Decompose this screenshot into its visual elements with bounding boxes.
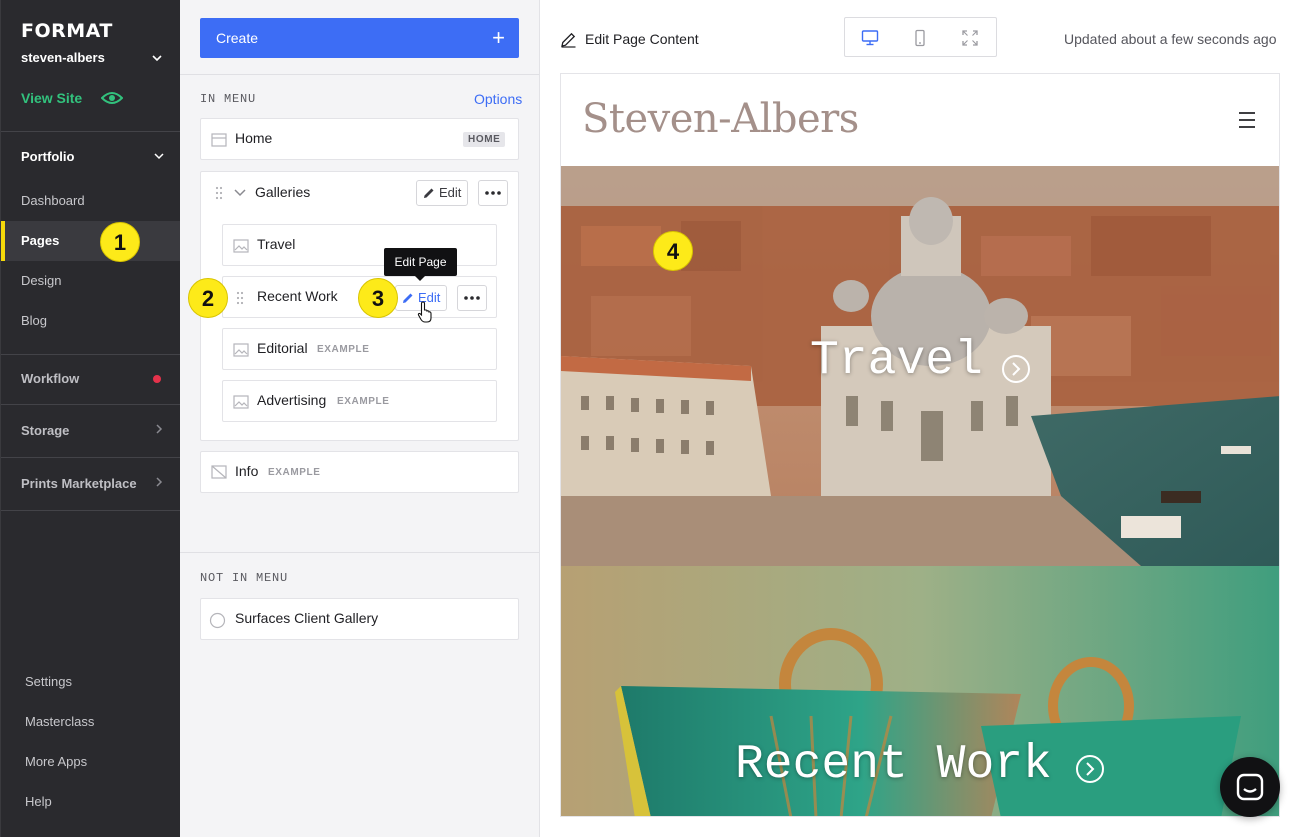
example-tag: EXAMPLE <box>337 396 390 407</box>
site-preview[interactable]: Steven-Albers Travel Recent Work <box>560 73 1280 817</box>
example-tag: EXAMPLE <box>317 344 370 355</box>
home-tag: HOME <box>463 132 506 147</box>
divider <box>1 404 181 405</box>
options-link[interactable]: Options <box>474 91 522 107</box>
chevron-right-icon[interactable] <box>154 477 164 487</box>
sidebar-item-pages[interactable]: Pages <box>1 221 181 261</box>
client-gallery-icon <box>209 612 226 629</box>
folder-label: Galleries <box>255 184 311 200</box>
last-updated-status: Updated about a few seconds ago <box>1064 31 1277 47</box>
hamburger-menu-icon[interactable] <box>1238 110 1256 130</box>
arrow-right-circle-icon[interactable] <box>1075 754 1105 784</box>
mobile-icon[interactable] <box>911 29 929 47</box>
more-icon <box>464 296 480 300</box>
sidebar-item-more-apps[interactable]: More Apps <box>25 754 87 769</box>
more-options-button[interactable] <box>457 285 487 311</box>
annotation-badge-1: 1 <box>100 222 140 262</box>
site-title[interactable]: Steven-Albers <box>582 96 859 142</box>
divider <box>1 354 181 355</box>
device-toggle <box>844 17 997 57</box>
create-button[interactable]: Create + <box>200 18 519 58</box>
section-prints-marketplace[interactable]: Prints Marketplace <box>21 476 137 491</box>
divider <box>1 510 181 511</box>
page-label: Recent Work <box>257 288 338 304</box>
chevron-down-icon[interactable] <box>151 52 163 64</box>
gallery-icon <box>233 239 249 253</box>
sidebar-item-dashboard[interactable]: Dashboard <box>1 181 181 221</box>
page-label: Editorial <box>257 340 308 356</box>
page-label: Info <box>235 463 259 479</box>
view-site-link[interactable]: View Site <box>21 90 82 106</box>
hand-cursor-icon <box>417 301 432 323</box>
sidebar-item-blog[interactable]: Blog <box>1 301 181 341</box>
annotation-badge-3: 3 <box>358 278 398 318</box>
divider <box>180 552 539 553</box>
sidebar-item-help[interactable]: Help <box>25 794 52 809</box>
plus-icon: + <box>492 25 505 50</box>
page-label: Advertising <box>257 392 327 408</box>
desktop-icon[interactable] <box>861 29 879 47</box>
chat-icon <box>1236 773 1264 801</box>
eye-icon[interactable] <box>101 91 123 105</box>
sidebar-item-design[interactable]: Design <box>1 261 181 301</box>
edit-button[interactable]: Edit <box>416 180 468 206</box>
more-icon <box>485 191 501 195</box>
sidebar: FORMAT steven-albers View Site Portfolio… <box>0 0 181 837</box>
pencil-icon <box>424 188 434 198</box>
more-options-button[interactable] <box>478 180 508 206</box>
arrow-right-circle-icon[interactable] <box>1001 354 1031 384</box>
notification-dot <box>153 375 161 383</box>
chat-launcher-button[interactable] <box>1220 757 1280 817</box>
fullscreen-icon[interactable] <box>961 29 979 47</box>
recent-work-section-title: Recent Work <box>735 738 1052 792</box>
pencil-icon <box>403 293 413 303</box>
gallery-icon <box>233 343 249 357</box>
section-storage[interactable]: Storage <box>21 423 69 438</box>
page-label: Home <box>235 130 273 146</box>
page-row-surfaces-client-gallery[interactable]: Surfaces Client Gallery <box>200 598 519 640</box>
text-page-icon <box>211 465 227 479</box>
page-row-advertising[interactable]: Advertising EXAMPLE <box>222 380 497 422</box>
in-menu-heading: IN MENU <box>200 92 257 106</box>
example-tag: EXAMPLE <box>268 467 321 478</box>
travel-section-title: Travel <box>810 334 983 388</box>
recent-work-section[interactable]: Recent Work <box>561 566 1279 816</box>
page-row-info[interactable]: Info EXAMPLE <box>200 451 519 493</box>
annotation-badge-2: 2 <box>188 278 228 318</box>
divider <box>180 74 539 75</box>
sidebar-item-settings[interactable]: Settings <box>25 674 72 689</box>
edit-label: Edit <box>439 185 462 200</box>
chevron-down-icon[interactable] <box>154 151 164 161</box>
page-row-editorial[interactable]: Editorial EXAMPLE <box>222 328 497 370</box>
drag-handle-icon[interactable] <box>236 291 244 305</box>
pencil-icon[interactable] <box>560 31 577 48</box>
gallery-icon <box>233 395 249 409</box>
homepage-icon <box>211 133 227 147</box>
drag-handle-icon[interactable] <box>215 186 223 200</box>
annotation-badge-4: 4 <box>653 231 693 271</box>
sidebar-item-masterclass[interactable]: Masterclass <box>25 714 94 729</box>
section-portfolio[interactable]: Portfolio <box>21 149 74 164</box>
edit-page-tooltip: Edit Page <box>384 248 457 281</box>
divider <box>1 131 181 132</box>
create-label: Create <box>216 30 259 46</box>
format-logo[interactable]: FORMAT <box>21 20 113 42</box>
page-row-home[interactable]: Home HOME <box>200 118 519 160</box>
edit-page-content-button[interactable]: Edit Page Content <box>585 31 699 47</box>
section-workflow[interactable]: Workflow <box>21 371 79 386</box>
chevron-down-icon[interactable] <box>234 188 246 198</box>
divider <box>1 457 181 458</box>
chevron-right-icon[interactable] <box>154 424 164 434</box>
travel-section[interactable]: Travel <box>561 166 1279 566</box>
not-in-menu-heading: NOT IN MENU <box>200 571 289 585</box>
page-label: Surfaces Client Gallery <box>235 610 379 626</box>
page-label: Travel <box>257 236 296 252</box>
site-name[interactable]: steven-albers <box>21 50 105 65</box>
pages-panel: Create + IN MENU Options Home HOME Galle… <box>180 0 540 837</box>
